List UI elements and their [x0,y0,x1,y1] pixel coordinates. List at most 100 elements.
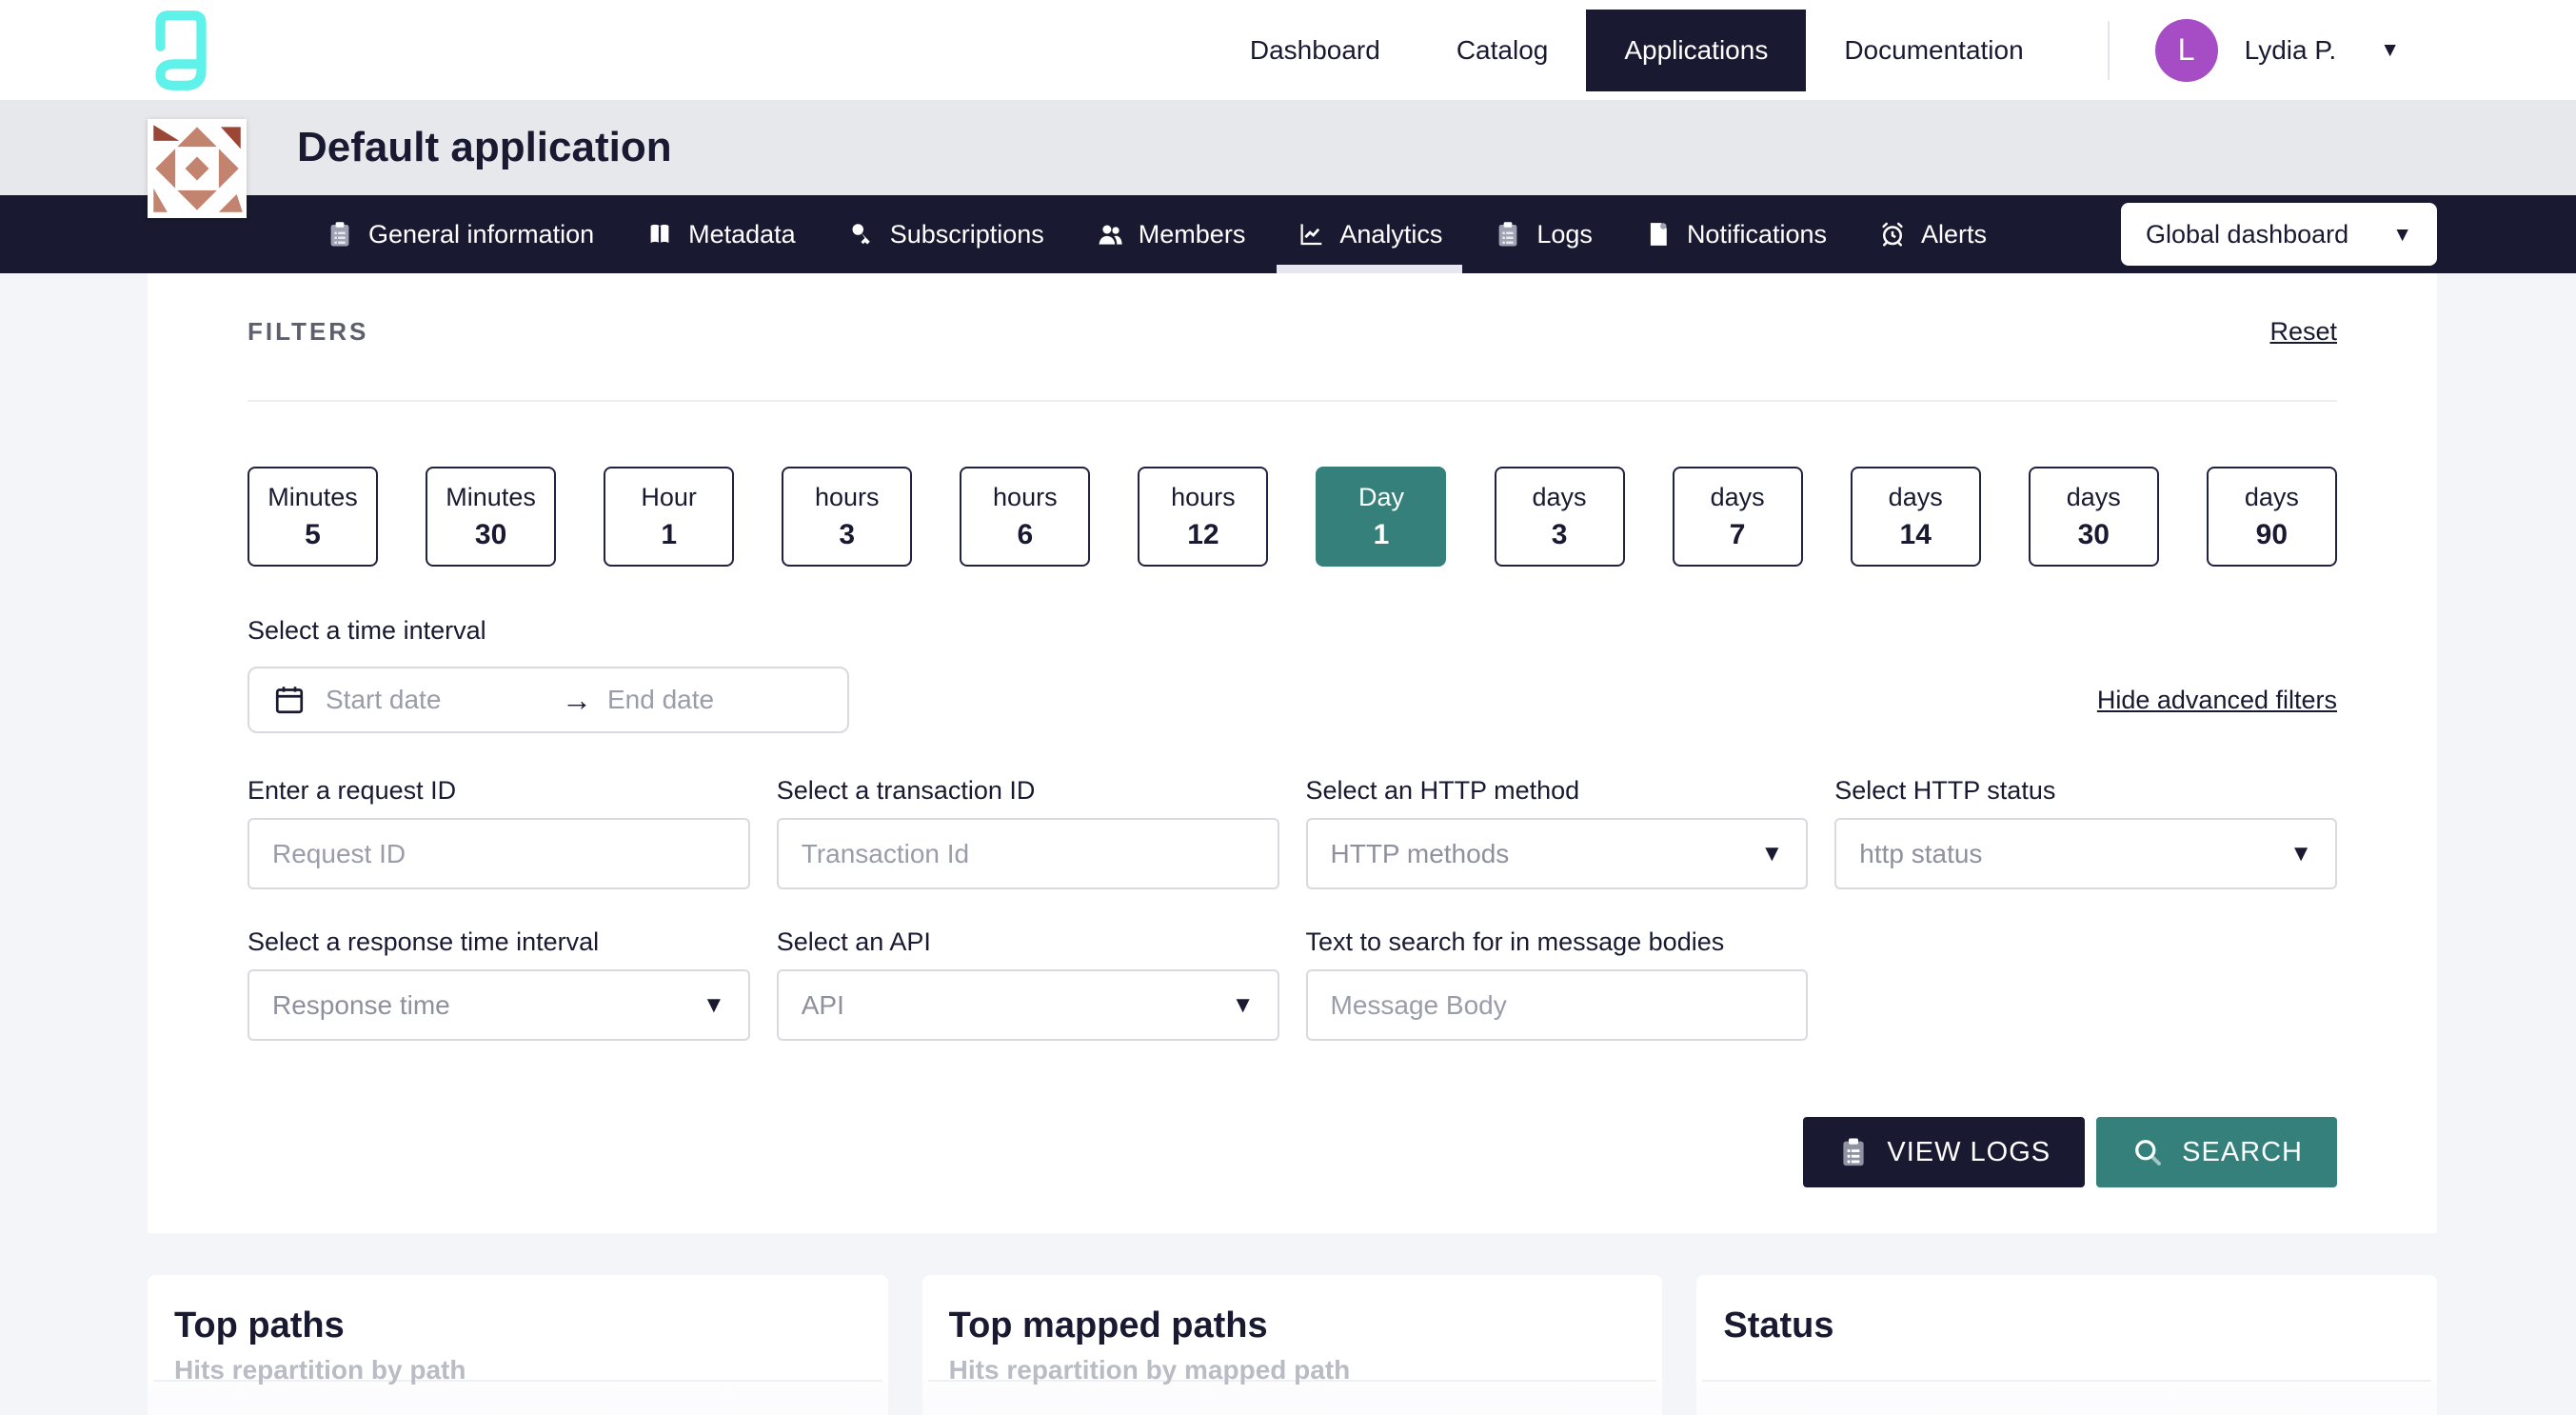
response-time-label: Select a response time interval [248,927,750,957]
time-button-unit: days [2067,483,2121,512]
time-button-value: 30 [2078,519,2110,551]
message-body-input[interactable] [1306,969,1809,1041]
date-range-input[interactable]: Start date → End date [248,667,849,733]
time-button-minutes-30[interactable]: Minutes 30 [426,467,556,567]
nav-item-catalog[interactable]: Catalog [1418,10,1587,91]
widget-title: Top paths [174,1305,862,1346]
search-label: SEARCH [2182,1137,2303,1168]
tab-metadata[interactable]: Metadata [620,195,822,273]
http-status-placeholder: http status [1859,839,1982,869]
widget-top-mapped-paths: Top mapped paths Hits repartition by map… [922,1275,1663,1415]
end-date-placeholder[interactable]: End date [607,685,714,715]
tab-label: Members [1139,220,1246,249]
time-button-unit: Minutes [268,483,358,512]
time-button-days-90[interactable]: days 90 [2207,467,2337,567]
response-time-select[interactable]: Response time ▼ [248,969,750,1041]
dashboard-select-value: Global dashboard [2146,220,2348,249]
time-button-unit: hours [1171,483,1236,512]
avatar[interactable]: L [2155,19,2218,82]
widget-body [1696,1382,2437,1415]
http-status-select[interactable]: http status ▼ [1834,818,2337,889]
clipboard-list-icon [1837,1136,1870,1168]
primary-nav: Dashboard Catalog Applications Documenta… [1212,0,2062,100]
dashboard-select[interactable]: Global dashboard ▼ [2121,203,2437,266]
tab-notifications[interactable]: Notifications [1618,195,1853,273]
http-method-placeholder: HTTP methods [1331,839,1510,869]
tab-alerts[interactable]: Alerts [1853,195,2012,273]
tab-logs[interactable]: Logs [1468,195,1618,273]
start-date-placeholder[interactable]: Start date [326,685,562,715]
clipboard-icon [326,220,354,249]
nav-item-dashboard[interactable]: Dashboard [1212,10,1418,91]
time-button-hour-1[interactable]: Hour 1 [604,467,734,567]
chevron-down-icon: ▼ [703,994,725,1017]
widget-status: Status [1696,1275,2437,1415]
time-button-value: 14 [1900,519,1932,551]
chevron-down-icon: ▼ [2392,225,2412,245]
top-bar: Dashboard Catalog Applications Documenta… [0,0,2576,100]
tab-general-information[interactable]: General information [300,195,620,273]
application-header: Default application [0,100,2576,195]
time-button-days-30[interactable]: days 30 [2029,467,2159,567]
alarm-icon [1878,220,1907,249]
time-button-hours-12[interactable]: hours 12 [1138,467,1268,567]
time-button-value: 3 [839,519,855,551]
clipboard-list-icon [1494,220,1522,249]
reset-link[interactable]: Reset [2269,317,2337,347]
time-button-value: 3 [1552,519,1568,551]
api-select[interactable]: API ▼ [777,969,1279,1041]
tab-subscriptions[interactable]: Subscriptions [822,195,1070,273]
search-button[interactable]: SEARCH [2096,1117,2337,1187]
widget-top-paths: Top paths Hits repartition by path [148,1275,888,1415]
time-button-value: 1 [661,519,677,551]
page-icon [1644,220,1673,249]
transaction-id-input[interactable] [777,818,1279,889]
calendar-icon [272,683,307,717]
time-button-unit: hours [993,483,1058,512]
transaction-id-label: Select a transaction ID [777,776,1279,806]
time-button-unit: hours [815,483,880,512]
time-interval-label: Select a time interval [248,616,2337,646]
request-id-input[interactable] [248,818,750,889]
http-method-select[interactable]: HTTP methods ▼ [1306,818,1809,889]
tab-analytics[interactable]: Analytics [1271,195,1468,273]
time-button-hours-3[interactable]: hours 3 [782,467,912,567]
nav-item-applications[interactable]: Applications [1586,10,1806,91]
page-title: Default application [297,100,672,195]
search-icon [2130,1135,2165,1169]
tab-label: Notifications [1687,220,1827,249]
time-button-days-14[interactable]: days 14 [1851,467,1981,567]
book-icon [645,220,674,249]
user-menu[interactable]: L Lydia P. ▼ [2091,0,2400,100]
time-button-unit: Minutes [446,483,536,512]
http-method-label: Select an HTTP method [1306,776,1809,806]
time-button-hours-6[interactable]: hours 6 [960,467,1090,567]
tab-label: Alerts [1921,220,1987,249]
gravitee-logo[interactable] [150,8,211,93]
dashboard-widgets: Top paths Hits repartition by path Top m… [148,1275,2437,1415]
logo-g-icon [150,8,211,93]
time-button-day-1[interactable]: Day 1 [1316,467,1446,567]
time-button-minutes-5[interactable]: Minutes 5 [248,467,378,567]
time-button-value: 1 [1374,519,1390,551]
time-button-value: 30 [475,519,506,551]
filters-heading: FILTERS [248,317,368,347]
view-logs-button[interactable]: VIEW LOGS [1803,1117,2085,1187]
chevron-down-icon[interactable]: ▼ [2380,40,2400,60]
time-button-days-3[interactable]: days 3 [1495,467,1625,567]
hide-advanced-filters-link[interactable]: Hide advanced filters [2097,686,2337,715]
user-name: Lydia P. [2245,35,2337,66]
time-button-unit: days [2245,483,2299,512]
tab-members[interactable]: Members [1070,195,1272,273]
time-button-unit: days [1533,483,1587,512]
time-button-unit: Hour [641,483,697,512]
time-button-days-7[interactable]: days 7 [1673,467,1803,567]
nav-item-documentation[interactable]: Documentation [1806,10,2061,91]
time-range-buttons: Minutes 5 Minutes 30 Hour 1 hours 3 hour… [248,467,2337,567]
widget-body [922,1382,1663,1415]
time-button-value: 7 [1730,519,1746,551]
chevron-down-icon: ▼ [2289,843,2312,866]
response-time-placeholder: Response time [272,990,450,1021]
filters-panel: FILTERS Reset Minutes 5 Minutes 30 Hour … [148,273,2437,1233]
tab-label: Metadata [688,220,796,249]
